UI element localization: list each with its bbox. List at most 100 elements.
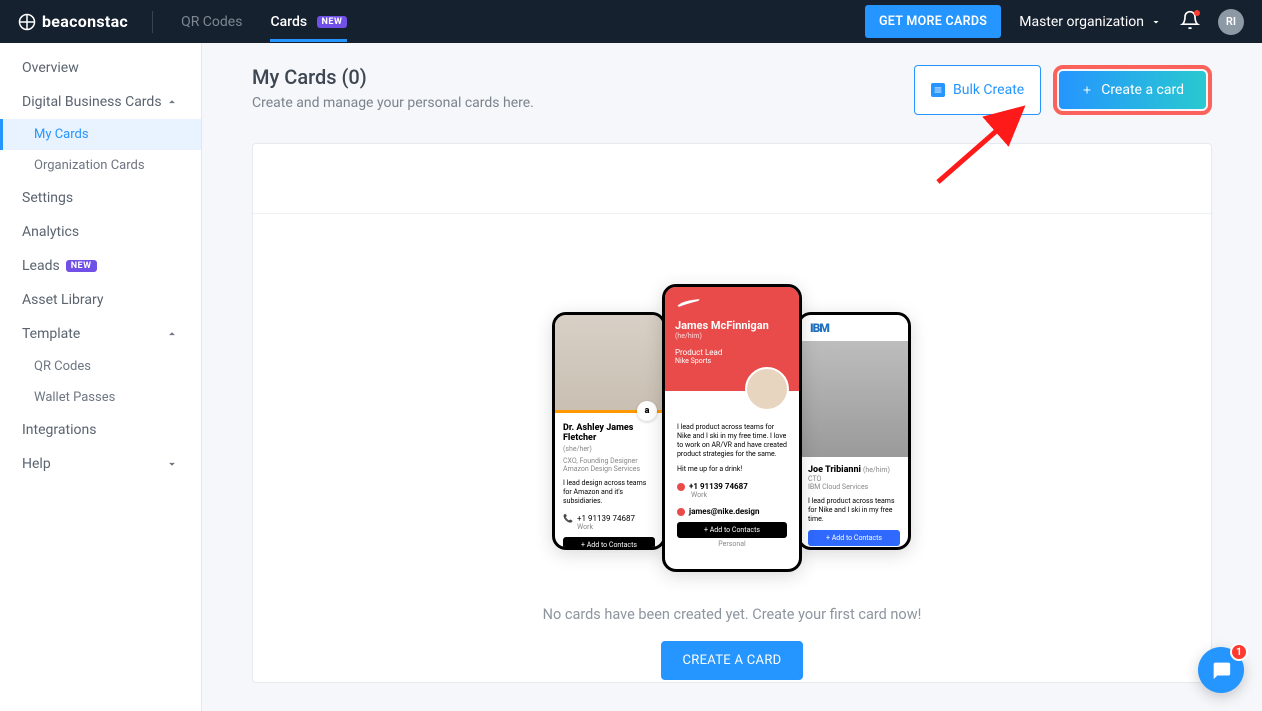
mock-mid-pron: (he/him)	[675, 332, 789, 340]
notifications-button[interactable]	[1180, 10, 1200, 34]
chat-widget-button[interactable]: 1	[1198, 647, 1244, 693]
bulk-create-button[interactable]: Bulk Create	[914, 65, 1041, 115]
nike-icon	[675, 297, 701, 309]
sidebar-sub-template-qr[interactable]: QR Codes	[0, 351, 201, 382]
mock-right-pron: (he/him)	[863, 466, 890, 474]
mock-left-phone-sub: Work	[577, 523, 655, 531]
sidebar-item-overview[interactable]: Overview	[0, 51, 201, 85]
mock-mid-phone: +1 91139 74687	[677, 482, 787, 491]
no-cards-message: No cards have been created yet. Create y…	[543, 606, 922, 623]
org-label: Master organization	[1019, 14, 1144, 30]
header-actions: Bulk Create Create a card	[914, 65, 1212, 115]
topnav-qr-codes[interactable]: QR Codes	[181, 2, 242, 42]
get-more-cards-button[interactable]: GET MORE CARDS	[865, 5, 1001, 38]
mock-right-name: Joe Tribianni	[808, 465, 861, 475]
mock-mid-role: Product Lead	[675, 348, 789, 357]
mock-mid-avatar	[745, 367, 789, 411]
sidebar-settings-label: Settings	[22, 190, 73, 206]
sidebar-sub-mycards[interactable]: My Cards	[0, 119, 201, 150]
sidebar-item-integrations[interactable]: Integrations	[0, 413, 201, 447]
chevron-down-icon	[165, 457, 179, 471]
page-header-text: My Cards (0) Create and manage your pers…	[252, 65, 534, 111]
sidebar-help-label: Help	[22, 456, 51, 472]
mock-left-pron: (she/her)	[563, 445, 655, 453]
brand-logo[interactable]: beaconstac	[18, 12, 128, 31]
mock-left-org: Amazon Design Services	[563, 465, 655, 473]
bulk-create-label: Bulk Create	[953, 82, 1024, 98]
sidebar-item-template[interactable]: Template	[0, 317, 201, 351]
topnav: QR Codes Cards NEW	[181, 2, 347, 42]
main-wrap: Overview Digital Business Cards My Cards…	[0, 43, 1262, 711]
sidebar-dbc-label: Digital Business Cards	[22, 94, 162, 110]
sidebar-template-label: Template	[22, 326, 80, 342]
mock-mid-add-btn: + Add to Contacts	[677, 522, 787, 538]
amazon-badge: a	[637, 401, 657, 421]
topbar-separator	[152, 11, 153, 33]
chevron-down-icon	[1150, 16, 1162, 28]
new-badge: NEW	[66, 260, 97, 272]
mock-right-role: CTO	[808, 475, 900, 483]
sidebar-item-help[interactable]: Help	[0, 447, 201, 481]
org-switcher[interactable]: Master organization	[1019, 14, 1162, 30]
mock-right-org: IBM Cloud Services	[808, 483, 900, 491]
phone-mockups: a Dr. Ashley James Fletcher (she/her) CX…	[552, 284, 912, 574]
mock-left-photo	[555, 315, 663, 413]
mock-mid-email: james@nike.design	[677, 507, 787, 516]
sidebar: Overview Digital Business Cards My Cards…	[0, 43, 202, 711]
chat-badge: 1	[1230, 643, 1248, 661]
mock-left-name: Dr. Ashley James Fletcher	[563, 423, 655, 443]
sidebar-sub-orgcards[interactable]: Organization Cards	[0, 150, 201, 181]
page-header: My Cards (0) Create and manage your pers…	[252, 65, 1212, 115]
ibm-brand: IBM	[800, 315, 908, 341]
sidebar-item-leads[interactable]: Leads NEW	[0, 249, 201, 283]
page-title: My Cards (0)	[252, 65, 534, 89]
chevron-up-icon	[165, 95, 179, 109]
sidebar-sub-template-wallet[interactable]: Wallet Passes	[0, 382, 201, 413]
create-card-button[interactable]: Create a card	[1059, 71, 1206, 109]
create-card-label: Create a card	[1101, 82, 1184, 98]
mock-card-right: IBM Joe Tribianni (he/him) CTO IBM Cloud…	[797, 312, 911, 550]
topnav-cards-label: Cards	[270, 14, 307, 30]
mock-mid-phone-sub: Work	[691, 491, 787, 499]
sidebar-item-analytics[interactable]: Analytics	[0, 215, 201, 249]
mock-mid-org: Nike Sports	[675, 357, 789, 365]
sidebar-integrations-label: Integrations	[22, 422, 96, 438]
mock-right-add-btn: + Add to Contacts	[808, 530, 900, 546]
chat-icon	[1210, 659, 1232, 681]
mock-mid-name: James McFinnigan	[675, 319, 789, 332]
mock-left-role: CXO, Founding Designer	[563, 457, 655, 465]
content-area: My Cards (0) Create and manage your pers…	[202, 43, 1262, 711]
chevron-up-icon	[165, 327, 179, 341]
sidebar-item-settings[interactable]: Settings	[0, 181, 201, 215]
mock-right-photo	[800, 341, 908, 457]
sidebar-assetlib-label: Asset Library	[22, 292, 103, 308]
topbar-right: GET MORE CARDS Master organization RI	[865, 5, 1244, 38]
brand-text: beaconstac	[42, 12, 128, 31]
mock-left-phone: 📞+1 91139 74687	[563, 514, 655, 523]
sidebar-item-assetlib[interactable]: Asset Library	[0, 283, 201, 317]
user-avatar[interactable]: RI	[1218, 9, 1244, 35]
mock-right-desc: I lead product across teams for Nike and…	[808, 497, 900, 524]
sidebar-overview-label: Overview	[22, 60, 79, 76]
mock-card-mid: James McFinnigan (he/him) Product Lead N…	[662, 284, 802, 572]
brand-icon	[18, 13, 36, 31]
new-badge: NEW	[317, 16, 348, 28]
sidebar-analytics-label: Analytics	[22, 224, 79, 240]
page-subtitle: Create and manage your personal cards he…	[252, 95, 534, 111]
mock-mid-personal: Personal	[677, 540, 787, 548]
create-card-cta-button[interactable]: CREATE A CARD	[661, 641, 804, 680]
card-area-toolbar	[253, 144, 1211, 214]
card-area: a Dr. Ashley James Fletcher (she/her) CX…	[252, 143, 1212, 683]
mock-mid-hit: Hit me up for a drink!	[677, 465, 787, 474]
plus-icon	[1081, 84, 1093, 96]
create-card-highlight: Create a card	[1053, 65, 1212, 115]
notification-dot	[1194, 10, 1200, 16]
mock-left-add-btn: + Add to Contacts	[563, 537, 655, 550]
mock-mid-desc: I lead product across teams for Nike and…	[677, 423, 787, 459]
sidebar-leads-label: Leads	[22, 258, 60, 274]
topnav-cards[interactable]: Cards NEW	[270, 2, 347, 42]
topbar: beaconstac QR Codes Cards NEW GET MORE C…	[0, 0, 1262, 43]
mock-left-desc: I lead design across teams for Amazon an…	[563, 479, 655, 506]
mock-card-left: a Dr. Ashley James Fletcher (she/her) CX…	[552, 312, 666, 550]
sidebar-item-dbc[interactable]: Digital Business Cards	[0, 85, 201, 119]
